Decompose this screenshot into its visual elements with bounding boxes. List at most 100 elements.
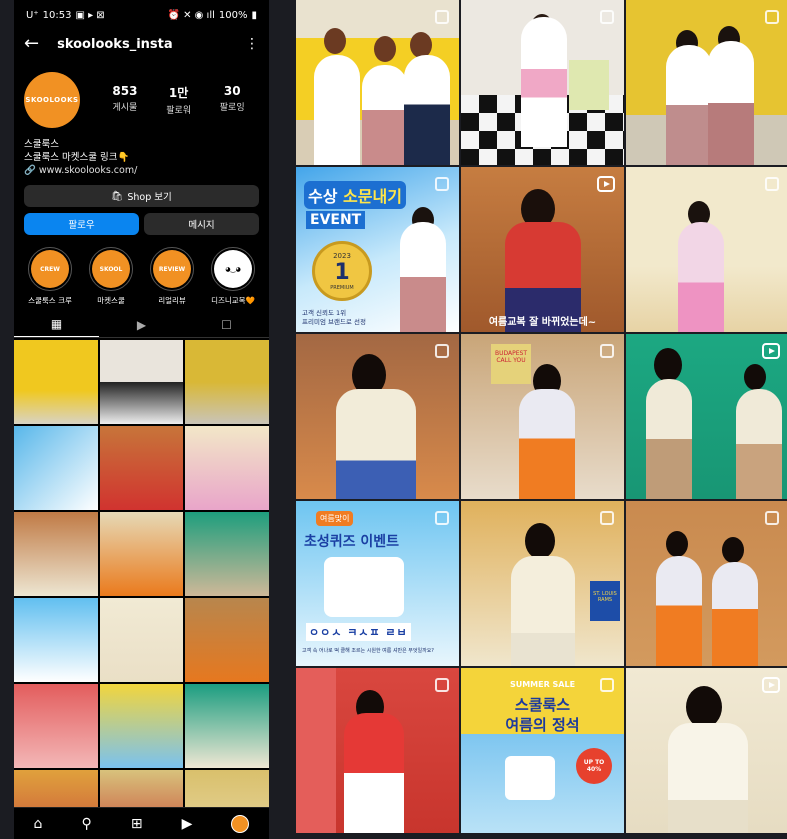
post-thumbnail[interactable] bbox=[185, 598, 269, 682]
multi-photo-icon bbox=[765, 177, 779, 191]
more-menu-icon[interactable]: ⋮ bbox=[245, 36, 259, 52]
post-thumbnail[interactable] bbox=[14, 598, 98, 682]
profile-nav-avatar[interactable] bbox=[231, 814, 250, 833]
post-tile[interactable] bbox=[626, 167, 787, 332]
post-caption: 여름교복 잘 바뀌었는데~ bbox=[488, 317, 597, 328]
tagged-icon: ☐ bbox=[221, 317, 232, 332]
award-year: 2023 bbox=[333, 251, 351, 260]
post-tile[interactable] bbox=[626, 501, 787, 666]
post-thumbnail[interactable] bbox=[99, 426, 184, 510]
sale-title-1: 스쿨룩스 bbox=[514, 696, 571, 714]
post-tile[interactable] bbox=[461, 0, 624, 165]
stat-followers[interactable]: 1만 팔로워 bbox=[166, 84, 191, 116]
award-medal: 2023 1 PREMIUM bbox=[312, 241, 372, 301]
bio-line: 스쿨룩스 마켓스쿨 링크👇 bbox=[24, 152, 130, 163]
profile-name: 스쿨룩스 bbox=[24, 139, 59, 150]
post-tile[interactable] bbox=[296, 0, 459, 165]
create-post-icon[interactable]: ⊞ bbox=[131, 816, 143, 832]
multi-photo-icon bbox=[600, 10, 614, 24]
follow-button[interactable]: 팔로우 bbox=[24, 213, 139, 235]
post-thumbnail[interactable] bbox=[14, 684, 98, 768]
post-tile-quiz[interactable]: 여름맞이 초성퀴즈 이벤트 ㅇㅇㅅ ㅋㅅㅍ ㄹㅂ 고객 속 어나로 떡 클해 조… bbox=[296, 501, 459, 666]
stat-label: 팔로잉 bbox=[219, 103, 245, 113]
reels-icon: ▶ bbox=[136, 317, 147, 332]
highlight-label: 리얼리뷰 bbox=[158, 296, 186, 305]
battery-icon: ▮ bbox=[251, 9, 257, 21]
event-word: EVENT bbox=[306, 211, 366, 229]
multi-photo-icon bbox=[765, 10, 779, 24]
quiz-title-2: 초성퀴즈 이벤트 bbox=[304, 534, 400, 550]
stat-number: 853 bbox=[112, 84, 138, 98]
highlight-crew[interactable]: CREW 스쿨룩스 크루 bbox=[22, 247, 78, 306]
post-tile[interactable] bbox=[296, 334, 459, 499]
post-thumbnail[interactable] bbox=[14, 340, 98, 424]
highlight-cover: SKOOL bbox=[92, 250, 130, 288]
post-thumbnail[interactable] bbox=[185, 340, 269, 424]
highlight-cover: REVIEW bbox=[153, 250, 191, 288]
post-tile[interactable] bbox=[626, 0, 787, 165]
grid-icon: ▦ bbox=[50, 317, 63, 331]
search-icon[interactable]: ⚲ bbox=[81, 816, 91, 832]
screen: U⁺ 10:53 ▣ ▸ ⊠ ⏰ ✕ ◉ ıll 100% ▮ ← skoolo… bbox=[0, 0, 787, 839]
event-line-2: 프리미엄 브랜드로 선정 bbox=[302, 318, 366, 326]
post-grid-small bbox=[14, 338, 269, 839]
carrier: U⁺ bbox=[26, 9, 39, 21]
stat-label: 팔로워 bbox=[166, 106, 192, 116]
poster-budapest: BUDAPEST CALL YOU bbox=[491, 344, 531, 384]
multi-photo-icon bbox=[435, 344, 449, 358]
reels-nav-icon[interactable]: ▶ bbox=[182, 816, 193, 832]
multi-photo-icon bbox=[435, 10, 449, 24]
event-line-1: 고객 신뢰도 1위 bbox=[302, 309, 347, 317]
post-tile-reel[interactable] bbox=[626, 668, 787, 833]
shop-button[interactable]: 🛍 Shop 보기 bbox=[24, 185, 259, 207]
stat-following[interactable]: 30 팔로잉 bbox=[220, 84, 245, 116]
multi-photo-icon bbox=[600, 344, 614, 358]
username-title: skoolooks_insta bbox=[57, 36, 173, 52]
post-tile[interactable] bbox=[296, 668, 459, 833]
story-highlights: CREW 스쿨룩스 크루 SKOOL 마켓스쿨 REVIEW 리얼리뷰 ◕‿◕ … bbox=[14, 235, 269, 312]
post-thumbnail[interactable] bbox=[99, 684, 184, 768]
highlight-disney[interactable]: ◕‿◕ 디즈니교복🧡 bbox=[205, 247, 261, 306]
tab-tagged[interactable]: ☐ bbox=[184, 312, 269, 337]
message-button[interactable]: 메시지 bbox=[144, 213, 259, 235]
highlight-cover: CREW bbox=[31, 250, 69, 288]
post-thumbnail[interactable] bbox=[14, 512, 98, 596]
avatar[interactable]: SKOOLOOKS bbox=[24, 72, 80, 128]
website-text: www.skoolooks.com/ bbox=[38, 165, 138, 176]
profile-header: SKOOLOOKS 853 게시물 1만 팔로워 30 팔로잉 bbox=[14, 58, 269, 136]
notification-icons: ▣ ▸ ⊠ bbox=[75, 9, 105, 21]
post-thumbnail[interactable] bbox=[99, 340, 184, 424]
stat-number: 1만 bbox=[168, 86, 189, 100]
back-arrow-icon[interactable]: ← bbox=[24, 35, 39, 53]
sale-title-2: 여름의 정석 bbox=[505, 716, 580, 734]
website-link[interactable]: 🔗 www.skoolooks.com/ bbox=[24, 164, 259, 177]
post-tile-reel[interactable]: 여름교복 잘 바뀌었는데~ bbox=[461, 167, 624, 332]
reel-icon bbox=[597, 176, 615, 192]
post-tile[interactable]: BUDAPEST CALL YOU bbox=[461, 334, 624, 499]
post-tile-reel[interactable] bbox=[626, 334, 787, 499]
shop-bag-icon: 🛍 bbox=[111, 190, 124, 202]
tab-reels[interactable]: ▶ bbox=[99, 312, 184, 337]
highlight-label: 스쿨룩스 크루 bbox=[28, 296, 72, 305]
post-tile[interactable]: ST. LOUIS RAMS bbox=[461, 501, 624, 666]
quiz-title-1: 여름맞이 bbox=[316, 511, 354, 526]
post-tile-sale[interactable]: SUMMER SALE 스쿨룩스 여름의 정석 UP TO 40% bbox=[461, 668, 624, 833]
post-tile-event[interactable]: 수상 소문내기 EVENT 2023 1 PREMIUM 고객 신뢰도 1위 프… bbox=[296, 167, 459, 332]
highlight-market[interactable]: SKOOL 마켓스쿨 bbox=[83, 247, 139, 306]
multi-photo-icon bbox=[600, 511, 614, 525]
post-thumbnail[interactable] bbox=[185, 684, 269, 768]
post-thumbnail[interactable] bbox=[185, 512, 269, 596]
stat-posts[interactable]: 853 게시물 bbox=[112, 84, 137, 116]
quiz-note: 고객 속 어나로 떡 클해 조르는 시원한 여름 셔만은 무엇일까요? bbox=[302, 648, 434, 654]
tab-grid[interactable]: ▦ bbox=[14, 312, 99, 337]
highlight-review[interactable]: REVIEW 리얼리뷰 bbox=[144, 247, 200, 306]
post-thumbnail[interactable] bbox=[185, 426, 269, 510]
home-icon[interactable]: ⌂ bbox=[34, 816, 43, 832]
sale-shirt bbox=[505, 756, 555, 800]
event-banner: 소문내기 bbox=[343, 187, 402, 206]
post-grid-enlarged: 수상 소문내기 EVENT 2023 1 PREMIUM 고객 신뢰도 1위 프… bbox=[296, 0, 787, 839]
post-thumbnail[interactable] bbox=[14, 426, 98, 510]
post-thumbnail[interactable] bbox=[99, 598, 184, 682]
multi-photo-icon bbox=[435, 678, 449, 692]
post-thumbnail[interactable] bbox=[99, 512, 184, 596]
